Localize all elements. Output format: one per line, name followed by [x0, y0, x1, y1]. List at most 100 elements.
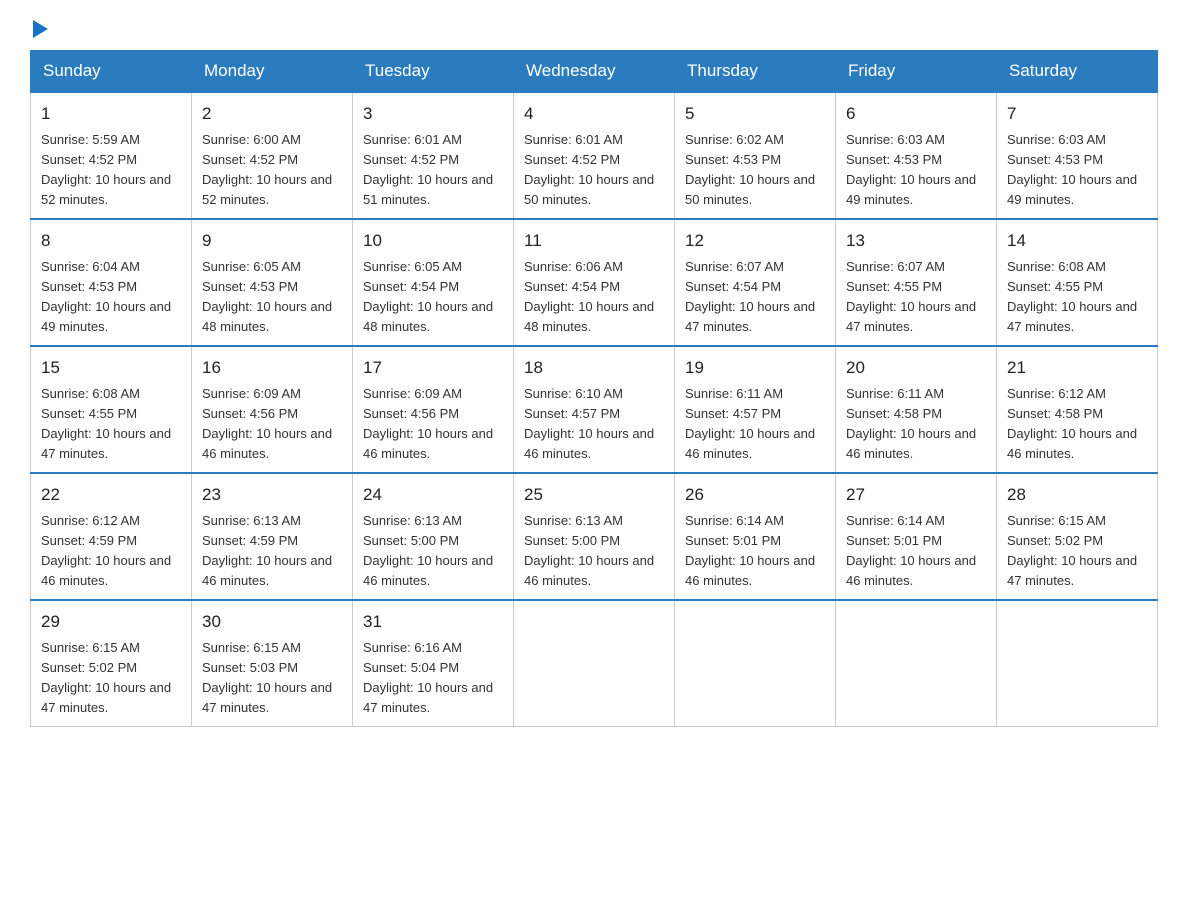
day-info: Sunrise: 6:12 AMSunset: 4:58 PMDaylight:… [1007, 384, 1147, 465]
day-info: Sunrise: 6:15 AMSunset: 5:03 PMDaylight:… [202, 638, 342, 719]
day-number: 31 [363, 609, 503, 635]
day-number: 3 [363, 101, 503, 127]
day-info: Sunrise: 6:15 AMSunset: 5:02 PMDaylight:… [1007, 511, 1147, 592]
calendar-day-cell: 24Sunrise: 6:13 AMSunset: 5:00 PMDayligh… [353, 473, 514, 600]
calendar-day-cell: 26 Sunrise: 6:14 AMSunset: 5:01 PMDayligh… [675, 473, 836, 600]
logo [30, 20, 48, 32]
day-number: 30 [202, 609, 342, 635]
calendar-week-row: 8Sunrise: 6:04 AMSunset: 4:53 PMDaylight… [31, 219, 1158, 346]
day-number: 16 [202, 355, 342, 381]
weekday-header-tuesday: Tuesday [353, 51, 514, 93]
day-info: Sunrise: 6:14 AMSunset: 5:01 PMDaylight:… [685, 511, 825, 592]
day-info: Sunrise: 6:16 AMSunset: 5:04 PMDaylight:… [363, 638, 503, 719]
day-info: Sunrise: 6:03 AMSunset: 4:53 PMDaylight:… [846, 130, 986, 211]
day-number: 19 [685, 355, 825, 381]
day-info: Sunrise: 6:12 AMSunset: 4:59 PMDaylight:… [41, 511, 181, 592]
day-number: 7 [1007, 101, 1147, 127]
calendar-day-cell: 31 Sunrise: 6:16 AMSunset: 5:04 PMDayligh… [353, 600, 514, 727]
day-info: Sunrise: 6:10 AMSunset: 4:57 PMDaylight:… [524, 384, 664, 465]
calendar-day-cell [836, 600, 997, 727]
calendar-day-cell: 14 Sunrise: 6:08 AMSunset: 4:55 PMDayligh… [997, 219, 1158, 346]
calendar-day-cell: 11 Sunrise: 6:06 AMSunset: 4:54 PMDayligh… [514, 219, 675, 346]
calendar-day-cell: 16Sunrise: 6:09 AMSunset: 4:56 PMDayligh… [192, 346, 353, 473]
calendar-day-cell: 4 Sunrise: 6:01 AMSunset: 4:52 PMDaylight… [514, 92, 675, 219]
day-info: Sunrise: 6:01 AMSunset: 4:52 PMDaylight:… [363, 130, 503, 211]
day-info: Sunrise: 6:01 AMSunset: 4:52 PMDaylight:… [524, 130, 664, 211]
calendar-week-row: 22 Sunrise: 6:12 AMSunset: 4:59 PMDayligh… [31, 473, 1158, 600]
calendar-day-cell [997, 600, 1158, 727]
calendar-day-cell: 5 Sunrise: 6:02 AMSunset: 4:53 PMDaylight… [675, 92, 836, 219]
day-number: 21 [1007, 355, 1147, 381]
calendar-day-cell: 3 Sunrise: 6:01 AMSunset: 4:52 PMDaylight… [353, 92, 514, 219]
day-info: Sunrise: 6:11 AMSunset: 4:57 PMDaylight:… [685, 384, 825, 465]
day-number: 10 [363, 228, 503, 254]
day-info: Sunrise: 6:08 AMSunset: 4:55 PMDaylight:… [41, 384, 181, 465]
calendar-day-cell: 28 Sunrise: 6:15 AMSunset: 5:02 PMDayligh… [997, 473, 1158, 600]
day-info: Sunrise: 6:13 AMSunset: 4:59 PMDaylight:… [202, 511, 342, 592]
calendar-day-cell: 25 Sunrise: 6:13 AMSunset: 5:00 PMDayligh… [514, 473, 675, 600]
calendar-day-cell [514, 600, 675, 727]
calendar-day-cell: 22 Sunrise: 6:12 AMSunset: 4:59 PMDayligh… [31, 473, 192, 600]
day-number: 1 [41, 101, 181, 127]
day-number: 18 [524, 355, 664, 381]
day-info: Sunrise: 6:06 AMSunset: 4:54 PMDaylight:… [524, 257, 664, 338]
day-number: 29 [41, 609, 181, 635]
calendar-day-cell: 18 Sunrise: 6:10 AMSunset: 4:57 PMDayligh… [514, 346, 675, 473]
day-number: 6 [846, 101, 986, 127]
day-info: Sunrise: 6:15 AMSunset: 5:02 PMDaylight:… [41, 638, 181, 719]
day-number: 11 [524, 228, 664, 254]
calendar-day-cell: 10 Sunrise: 6:05 AMSunset: 4:54 PMDayligh… [353, 219, 514, 346]
day-info: Sunrise: 6:05 AMSunset: 4:53 PMDaylight:… [202, 257, 342, 338]
day-info: Sunrise: 6:11 AMSunset: 4:58 PMDaylight:… [846, 384, 986, 465]
calendar-day-cell: 15Sunrise: 6:08 AMSunset: 4:55 PMDayligh… [31, 346, 192, 473]
calendar-day-cell: 12 Sunrise: 6:07 AMSunset: 4:54 PMDayligh… [675, 219, 836, 346]
calendar-day-cell: 30 Sunrise: 6:15 AMSunset: 5:03 PMDayligh… [192, 600, 353, 727]
day-number: 5 [685, 101, 825, 127]
calendar-day-cell: 20 Sunrise: 6:11 AMSunset: 4:58 PMDayligh… [836, 346, 997, 473]
day-number: 23 [202, 482, 342, 508]
day-info: Sunrise: 6:13 AMSunset: 5:00 PMDaylight:… [524, 511, 664, 592]
calendar-day-cell: 2Sunrise: 6:00 AMSunset: 4:52 PMDaylight… [192, 92, 353, 219]
day-number: 25 [524, 482, 664, 508]
day-number: 22 [41, 482, 181, 508]
calendar-day-cell: 9 Sunrise: 6:05 AMSunset: 4:53 PMDaylight… [192, 219, 353, 346]
calendar-table: SundayMondayTuesdayWednesdayThursdayFrid… [30, 50, 1158, 727]
day-info: Sunrise: 6:07 AMSunset: 4:55 PMDaylight:… [846, 257, 986, 338]
weekday-header-monday: Monday [192, 51, 353, 93]
weekday-header-saturday: Saturday [997, 51, 1158, 93]
calendar-day-cell: 8Sunrise: 6:04 AMSunset: 4:53 PMDaylight… [31, 219, 192, 346]
day-number: 26 [685, 482, 825, 508]
day-info: Sunrise: 6:13 AMSunset: 5:00 PMDaylight:… [363, 511, 503, 592]
day-number: 17 [363, 355, 503, 381]
calendar-week-row: 15Sunrise: 6:08 AMSunset: 4:55 PMDayligh… [31, 346, 1158, 473]
calendar-day-cell: 1 Sunrise: 5:59 AMSunset: 4:52 PMDaylight… [31, 92, 192, 219]
day-number: 9 [202, 228, 342, 254]
calendar-day-cell: 19 Sunrise: 6:11 AMSunset: 4:57 PMDayligh… [675, 346, 836, 473]
calendar-day-cell [675, 600, 836, 727]
day-info: Sunrise: 6:03 AMSunset: 4:53 PMDaylight:… [1007, 130, 1147, 211]
day-number: 4 [524, 101, 664, 127]
calendar-week-row: 1 Sunrise: 5:59 AMSunset: 4:52 PMDaylight… [31, 92, 1158, 219]
calendar-day-cell: 29 Sunrise: 6:15 AMSunset: 5:02 PMDayligh… [31, 600, 192, 727]
day-info: Sunrise: 6:04 AMSunset: 4:53 PMDaylight:… [41, 257, 181, 338]
day-info: Sunrise: 6:05 AMSunset: 4:54 PMDaylight:… [363, 257, 503, 338]
day-number: 20 [846, 355, 986, 381]
day-number: 12 [685, 228, 825, 254]
calendar-day-cell: 27Sunrise: 6:14 AMSunset: 5:01 PMDayligh… [836, 473, 997, 600]
day-info: Sunrise: 6:08 AMSunset: 4:55 PMDaylight:… [1007, 257, 1147, 338]
weekday-header-friday: Friday [836, 51, 997, 93]
day-info: Sunrise: 6:07 AMSunset: 4:54 PMDaylight:… [685, 257, 825, 338]
weekday-header-row: SundayMondayTuesdayWednesdayThursdayFrid… [31, 51, 1158, 93]
day-info: Sunrise: 6:14 AMSunset: 5:01 PMDaylight:… [846, 511, 986, 592]
day-number: 14 [1007, 228, 1147, 254]
calendar-day-cell: 17Sunrise: 6:09 AMSunset: 4:56 PMDayligh… [353, 346, 514, 473]
weekday-header-wednesday: Wednesday [514, 51, 675, 93]
day-number: 28 [1007, 482, 1147, 508]
page-header [30, 20, 1158, 32]
day-info: Sunrise: 6:02 AMSunset: 4:53 PMDaylight:… [685, 130, 825, 211]
logo-triangle-icon [33, 20, 48, 38]
day-info: Sunrise: 6:00 AMSunset: 4:52 PMDaylight:… [202, 130, 342, 211]
weekday-header-sunday: Sunday [31, 51, 192, 93]
calendar-week-row: 29 Sunrise: 6:15 AMSunset: 5:02 PMDayligh… [31, 600, 1158, 727]
day-info: Sunrise: 5:59 AMSunset: 4:52 PMDaylight:… [41, 130, 181, 211]
